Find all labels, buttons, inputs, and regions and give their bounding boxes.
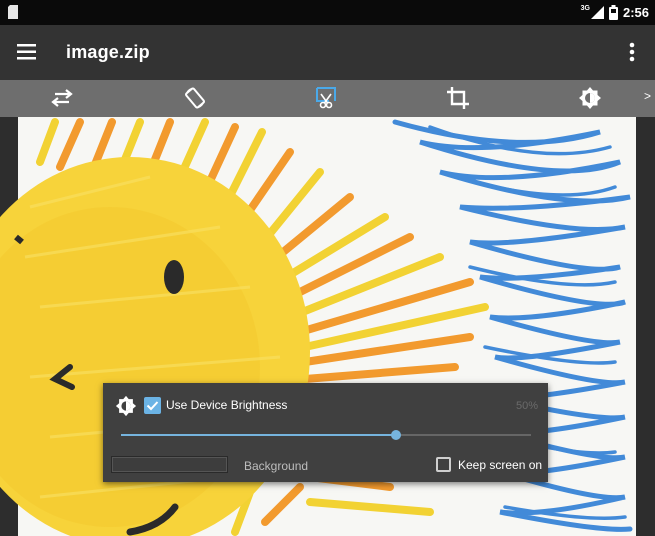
brightness-button[interactable] [575,83,605,113]
sd-card-icon [8,5,18,19]
background-color-swatch[interactable] [111,456,228,473]
checkmark-icon [146,401,159,411]
brightness-icon [115,395,137,417]
toolbar-more-arrow[interactable]: > [644,89,651,103]
brightness-percent: 50% [515,400,538,412]
battery-icon [608,5,618,20]
rotate-screen-icon [184,87,206,109]
use-device-brightness-checkbox[interactable] [144,397,161,414]
keep-screen-on-label[interactable]: Keep screen on [458,458,542,472]
menu-icon[interactable] [17,44,36,60]
swap-icon [51,89,73,107]
clock: 2:56 [622,5,649,20]
crop-free-button[interactable] [311,83,341,113]
swap-button[interactable] [47,83,77,113]
status-bar: 3G 2:56 [0,0,655,25]
brightness-slider-fill [121,434,396,436]
keep-screen-on-checkbox[interactable] [436,457,451,472]
background-label[interactable]: Background [244,459,308,473]
crop-free-icon [316,87,336,109]
brightness-slider[interactable] [121,430,531,440]
use-device-brightness-label[interactable]: Use Device Brightness [166,398,287,412]
brightness-dialog: Use Device Brightness 50% Background Kee… [103,383,548,482]
network-type: 3G [580,5,590,12]
more-vert-icon[interactable] [629,42,635,62]
image-toolbar: > [0,80,655,117]
app-bar: image.zip [0,25,655,80]
status-indicators: 3G 2:56 [581,4,649,21]
brightness-icon [579,87,601,109]
crop-icon [447,87,469,109]
rotate-screen-button[interactable] [180,83,210,113]
crop-button[interactable] [443,83,473,113]
signal-icon [590,6,604,19]
page-title: image.zip [66,42,150,62]
brightness-slider-thumb[interactable] [390,430,401,440]
